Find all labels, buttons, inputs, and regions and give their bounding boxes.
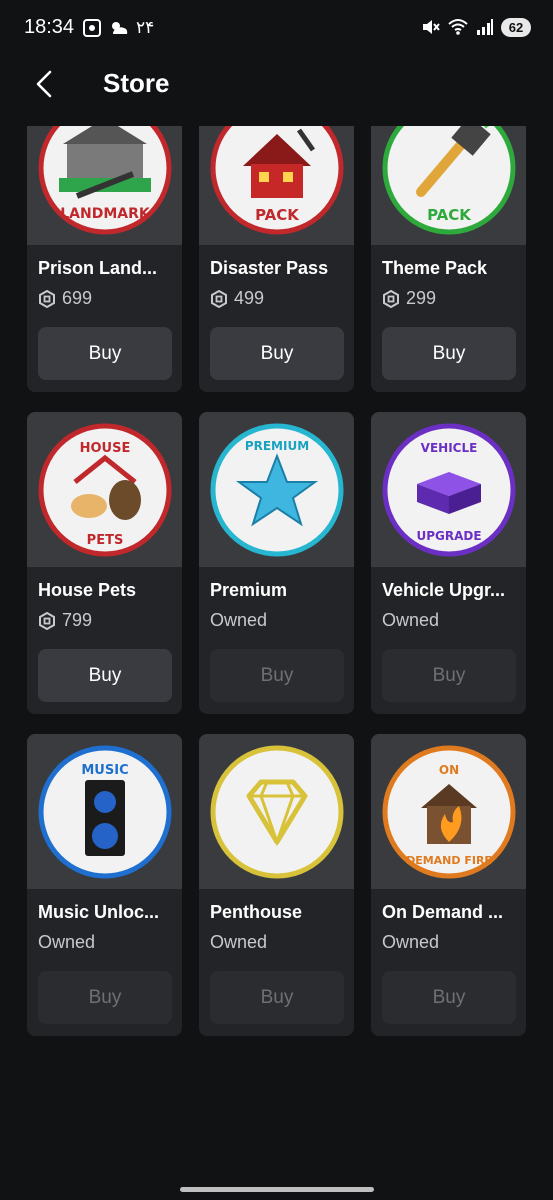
buy-button[interactable]: Buy	[210, 649, 344, 702]
page-title: Store	[103, 68, 170, 98]
status-right-icons: 62	[420, 17, 531, 37]
item-name: House Pets	[38, 580, 137, 600]
item-image	[199, 734, 354, 889]
store-item-card[interactable]: PACK Disaster Pass 499 Buy	[199, 126, 354, 392]
store-grid[interactable]: LANDMARK Prison Land... 699 Buy PACK Dis…	[0, 126, 553, 1066]
svg-text:ON: ON	[438, 763, 458, 777]
item-price: Owned	[382, 610, 439, 631]
store-item-card[interactable]: PREMIUM Premium Owned Buy	[199, 412, 354, 714]
item-price-value: 299	[406, 288, 437, 308]
item-name: On Demand ...	[382, 902, 504, 922]
svg-text:PREMIUM: PREMIUM	[244, 439, 308, 453]
store-item-card[interactable]: VEHICLE UPGRADE Vehicle Upgr... Owned Bu…	[371, 412, 526, 714]
buy-button[interactable]: Buy	[382, 327, 516, 380]
item-name: Theme Pack	[382, 258, 488, 278]
item-status: Owned	[382, 610, 440, 630]
back-chevron-icon	[36, 70, 52, 98]
weather-icon	[112, 22, 128, 34]
item-price: 799	[38, 610, 92, 631]
svg-text:PACK: PACK	[255, 206, 300, 224]
store-item-card[interactable]: LANDMARK Prison Land... 699 Buy	[27, 126, 182, 392]
buy-button[interactable]: Buy	[38, 649, 172, 702]
item-image: PACK	[199, 126, 354, 245]
item-image: HOUSE PETS	[27, 412, 182, 567]
item-status: Owned	[382, 932, 440, 952]
robux-icon	[39, 289, 55, 308]
item-name: Penthouse	[210, 902, 303, 922]
item-price: Owned	[382, 932, 439, 953]
store-item-card[interactable]: Penthouse Owned Buy	[199, 734, 354, 1036]
item-status: Owned	[210, 610, 268, 630]
buy-button[interactable]: Buy	[210, 327, 344, 380]
premium-badge-icon: PREMIUM	[210, 423, 343, 556]
back-button[interactable]	[30, 68, 62, 100]
item-image: ON DEMAND FIRE	[371, 734, 526, 889]
item-price-value: 699	[62, 288, 93, 308]
item-price: 699	[38, 288, 92, 309]
svg-text:VEHICLE: VEHICLE	[420, 441, 477, 455]
on-demand-fire-badge-icon: ON DEMAND FIRE	[382, 745, 515, 878]
store-item-card[interactable]: PACK Theme Pack 299 Buy	[371, 126, 526, 392]
item-price-value: 799	[62, 610, 93, 630]
item-name: Premium	[210, 580, 288, 600]
item-image: VEHICLE UPGRADE	[371, 412, 526, 567]
buy-button[interactable]: Buy	[210, 971, 344, 1024]
item-name: Disaster Pass	[210, 258, 329, 278]
house-pets-badge-icon: HOUSE PETS	[38, 423, 171, 556]
theme-pack-badge-icon: PACK	[382, 126, 515, 234]
prison-landmark-badge-icon: LANDMARK	[38, 126, 171, 234]
home-indicator[interactable]	[180, 1187, 374, 1192]
svg-text:HOUSE: HOUSE	[79, 441, 130, 456]
battery-icon: 62	[501, 17, 531, 37]
screenshot-icon	[83, 19, 101, 37]
item-image: MUSIC	[27, 734, 182, 889]
status-time: 18:34	[24, 16, 75, 38]
item-price: 499	[210, 288, 264, 309]
robux-icon	[211, 289, 227, 308]
svg-text:PETS: PETS	[86, 533, 123, 548]
wifi-icon	[448, 19, 468, 35]
music-unlock-badge-icon: MUSIC	[38, 745, 171, 878]
header: Store	[0, 58, 553, 126]
item-price: Owned	[210, 610, 267, 631]
status-temperature: ۲۴	[136, 18, 155, 37]
svg-text:MUSIC: MUSIC	[81, 763, 128, 778]
buy-button[interactable]: Buy	[382, 971, 516, 1024]
robux-icon	[383, 289, 399, 308]
svg-text:LANDMARK: LANDMARK	[60, 206, 151, 222]
item-name: Vehicle Upgr...	[382, 580, 506, 600]
svg-text:UPGRADE: UPGRADE	[416, 529, 481, 543]
item-price: Owned	[38, 932, 95, 953]
item-price-value: 499	[234, 288, 265, 308]
signal-icon	[477, 19, 493, 35]
item-image: PACK	[371, 126, 526, 245]
buy-button[interactable]: Buy	[38, 327, 172, 380]
mute-icon	[423, 20, 440, 34]
svg-text:DEMAND FIRE: DEMAND FIRE	[406, 854, 492, 867]
item-price: Owned	[210, 932, 267, 953]
vehicle-upgrade-badge-icon: VEHICLE UPGRADE	[382, 423, 515, 556]
item-status: Owned	[38, 932, 96, 952]
buy-button[interactable]: Buy	[382, 649, 516, 702]
item-image: PREMIUM	[199, 412, 354, 567]
item-name: Music Unloc...	[38, 902, 160, 922]
buy-button[interactable]: Buy	[38, 971, 172, 1024]
disaster-pass-badge-icon: PACK	[210, 126, 343, 234]
item-status: Owned	[210, 932, 268, 952]
status-left-icons: ۲۴	[82, 18, 154, 38]
status-bar: 18:34 ۲۴ 62	[0, 0, 553, 58]
penthouse-diamond-badge-icon	[210, 745, 343, 878]
item-image: LANDMARK	[27, 126, 182, 245]
item-name: Prison Land...	[38, 258, 158, 278]
svg-text:PACK: PACK	[427, 206, 472, 224]
item-price: 299	[382, 288, 436, 309]
store-item-card[interactable]: MUSIC Music Unloc... Owned Buy	[27, 734, 182, 1036]
robux-icon	[39, 611, 55, 630]
store-item-card[interactable]: ON DEMAND FIRE On Demand ... Owned Buy	[371, 734, 526, 1036]
store-item-card[interactable]: HOUSE PETS House Pets 799 Buy	[27, 412, 182, 714]
